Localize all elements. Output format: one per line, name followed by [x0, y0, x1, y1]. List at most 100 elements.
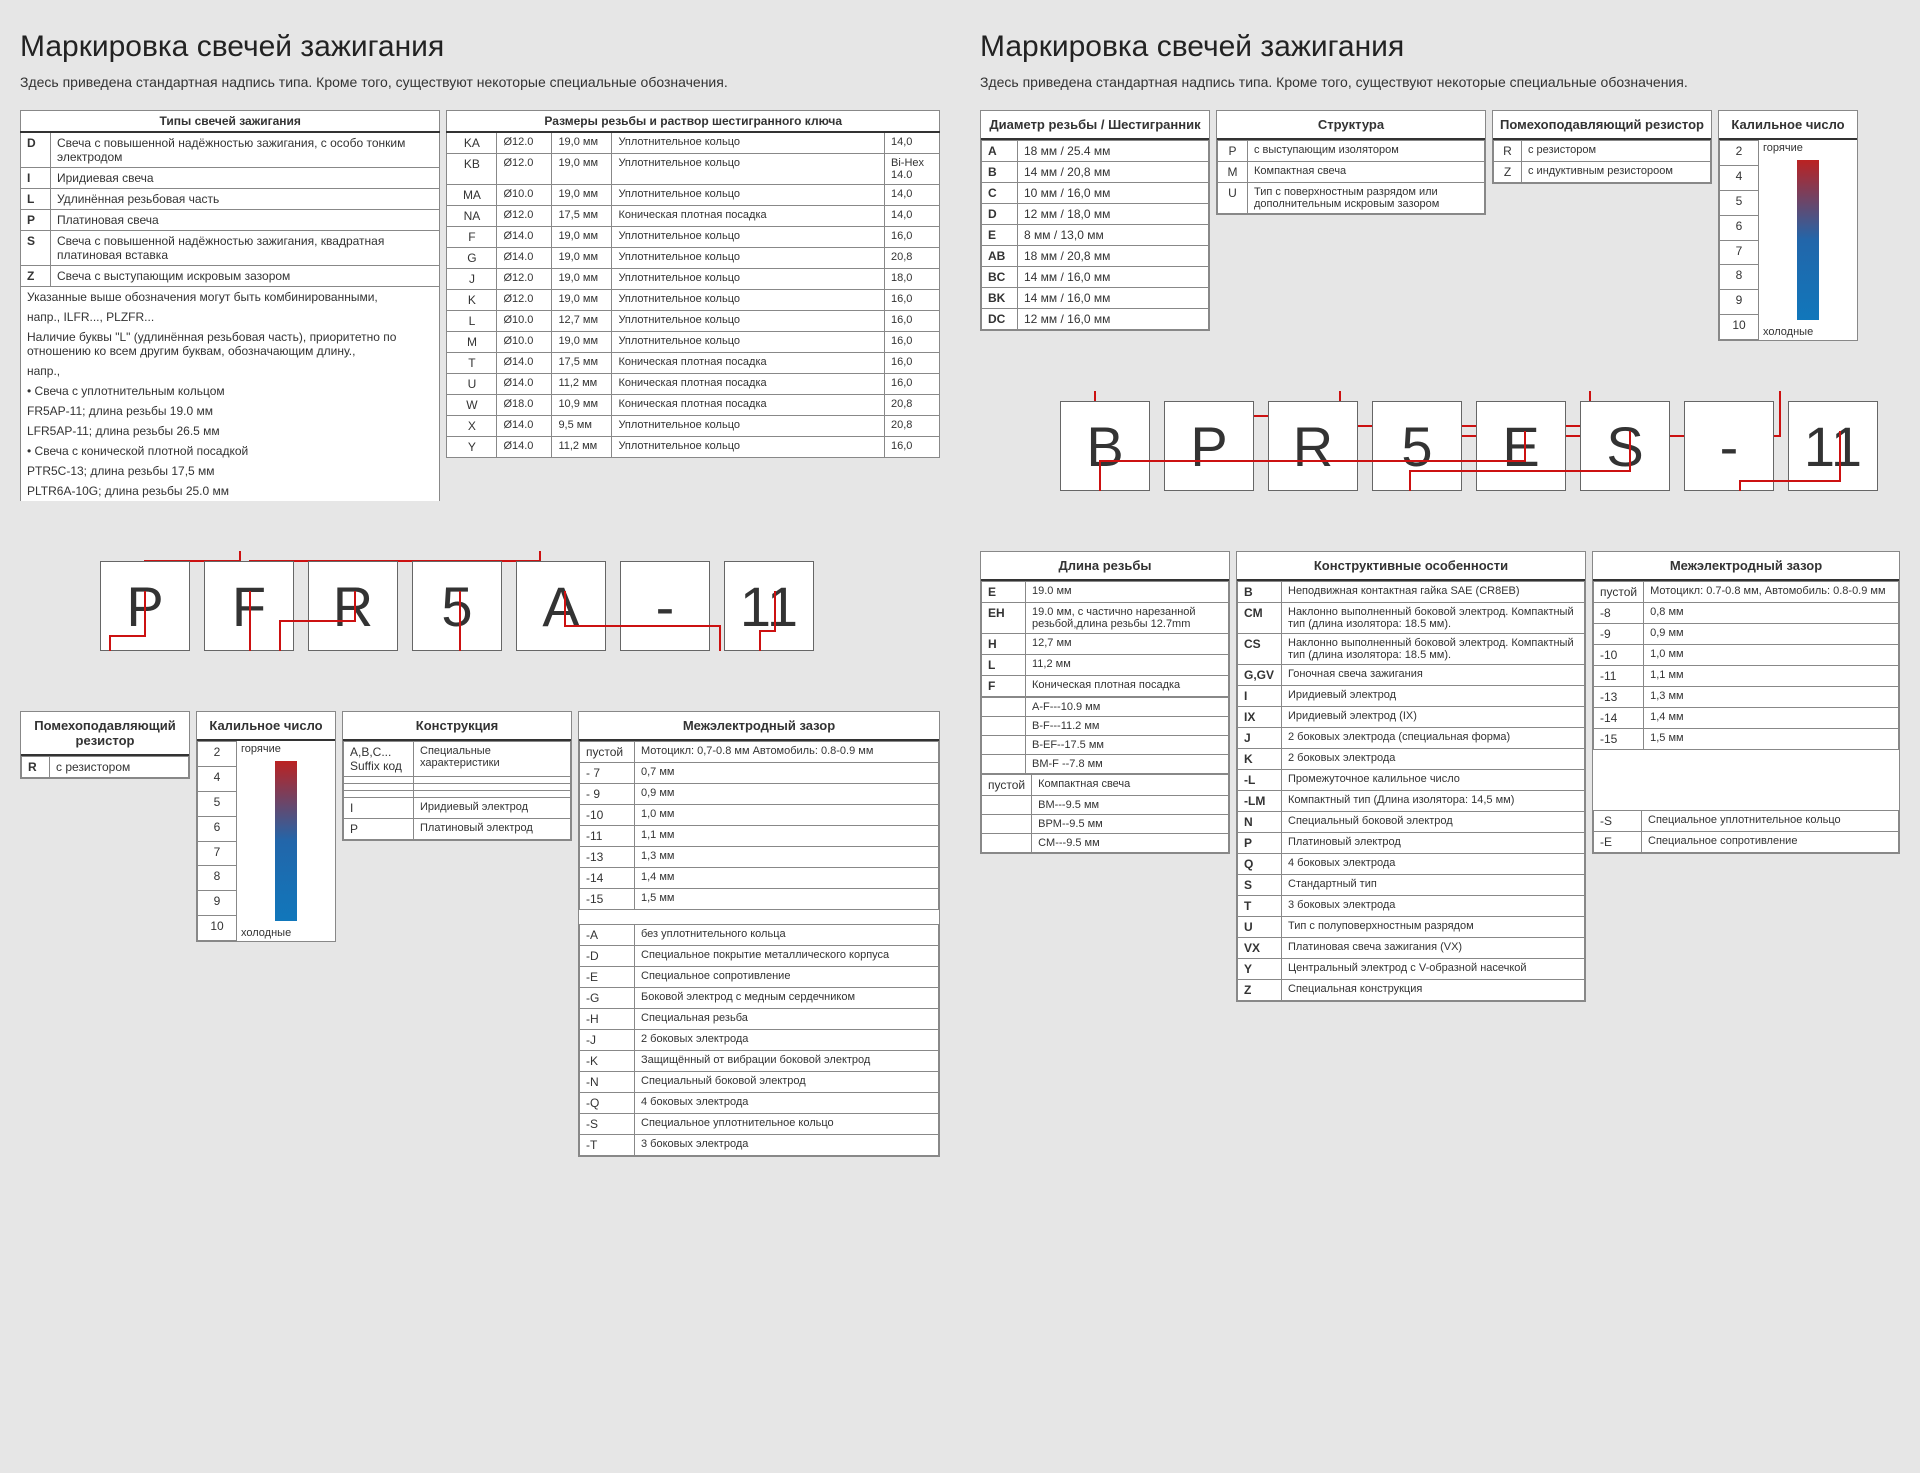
table-row: Rс резистором: [1494, 141, 1711, 162]
heat-number: 6: [1720, 215, 1759, 240]
table-row: -DСпециальное покрытие металлического ко…: [580, 946, 939, 967]
heat-number: 4: [198, 766, 237, 791]
table-row: JØ12.019,0 ммУплотнительное кольцо18,0: [447, 269, 940, 290]
table-row: A-F---10.9 мм: [982, 698, 1229, 717]
table-cell: Ø14.0: [497, 227, 552, 248]
table-cell: Свеча с выступающим искровым зазором: [51, 266, 440, 287]
table-cell: P: [1218, 141, 1248, 162]
table-note: напр., ILFR..., PLZFR...: [21, 307, 440, 327]
table-cell: 11,2 мм: [1026, 655, 1229, 676]
thread-length-header: Длина резьбы: [981, 552, 1229, 581]
table-cell: Уплотнительное кольцо: [612, 154, 885, 185]
table-cell: L: [447, 311, 497, 332]
table-row: SСвеча с повышенной надёжностью зажигани…: [21, 231, 440, 266]
table-row: -101,0 мм: [1594, 645, 1899, 666]
table-cell: T: [447, 353, 497, 374]
table-row: H12,7 мм: [982, 634, 1229, 655]
table-row: KAØ12.019,0 ммУплотнительное кольцо14,0: [447, 132, 940, 154]
table-cell: M: [447, 332, 497, 353]
table-cell: [982, 796, 1032, 815]
table-cell: P: [1238, 833, 1282, 854]
table-cell: F: [982, 676, 1026, 697]
table-cell: [982, 834, 1032, 853]
table-row: -EСпециальное сопротивление: [580, 967, 939, 988]
table-cell: Ø14.0: [497, 248, 552, 269]
table-cell: Компактная свеча: [1032, 775, 1229, 796]
table-row: [344, 777, 571, 784]
table-row: LУдлинённая резьбовая часть: [21, 189, 440, 210]
table-row: Zс индуктивным резистороом: [1494, 162, 1711, 183]
table-cell: Y: [1238, 959, 1282, 980]
table-cell: VX: [1238, 938, 1282, 959]
table-cell: 16,0: [885, 311, 940, 332]
table-cell: Уплотнительное кольцо: [612, 311, 885, 332]
table-cell: Специальные характеристики: [414, 742, 571, 777]
table-cell: B-EF--17.5 мм: [1026, 736, 1229, 755]
table-row: FКоническая плотная посадка: [982, 676, 1229, 697]
table-row: WØ18.010,9 ммКоническая плотная посадка2…: [447, 395, 940, 416]
table-cell: [414, 791, 571, 798]
table-cell: -S: [580, 1114, 635, 1135]
table-cell: I: [344, 798, 414, 819]
table-cell: Свеча с повышенной надёжностью зажигания…: [51, 231, 440, 266]
heat-gradient-icon: [1797, 160, 1819, 320]
table-row: -SСпециальное уплотнительное кольцо: [580, 1114, 939, 1135]
heat-gradient-icon: [275, 761, 297, 921]
table-row: BНеподвижная контактная гайка SAE (CR8EB…: [1238, 582, 1585, 603]
table-cell: AB: [982, 246, 1018, 267]
table-row: IИридиевый электрод: [1238, 686, 1585, 707]
table-cell: H: [982, 634, 1026, 655]
table-cell: 19.0 мм, с частично нарезанной резьбой,д…: [1026, 603, 1229, 634]
table-cell: G,GV: [1238, 665, 1282, 686]
table-cell: Платиновая свеча: [51, 210, 440, 231]
gap-block: Межэлектродный зазор пустойМотоцикл: 0,7…: [578, 711, 940, 1157]
table-cell: 1,5 мм: [635, 889, 939, 910]
table-row: -131,3 мм: [580, 847, 939, 868]
table-cell: без уплотнительного кольца: [635, 925, 939, 946]
table-cell: T: [1238, 896, 1282, 917]
table-note: PTR5C-13; длина резьбы 17,5 мм: [21, 461, 440, 481]
heat-number: 7: [1720, 240, 1759, 265]
code-letter-box: 11: [1788, 401, 1878, 491]
table-cell: [982, 736, 1026, 755]
table-cell: 18 мм / 20,8 мм: [1018, 246, 1209, 267]
thread-sizes-header: Размеры резьбы и раствор шестигранного к…: [447, 111, 940, 133]
table-cell: 19.0 мм: [1026, 582, 1229, 603]
gap-block: Межэлектродный зазор пустойМотоцикл: 0.7…: [1592, 551, 1900, 854]
table-cell: 1,4 мм: [1644, 708, 1899, 729]
heat-number: 8: [1720, 265, 1759, 290]
thread-sizes-table: Размеры резьбы и раствор шестигранного к…: [446, 110, 940, 458]
heat-header: Калильное число: [197, 712, 335, 741]
table-cell: -D: [580, 946, 635, 967]
table-cell: E: [982, 582, 1026, 603]
table-cell: -14: [580, 868, 635, 889]
table-cell: Ø10.0: [497, 332, 552, 353]
table-row: KØ12.019,0 ммУплотнительное кольцо16,0: [447, 290, 940, 311]
table-cell: Свеча с повышенной надёжностью зажигания…: [51, 132, 440, 168]
table-cell: Ø14.0: [497, 437, 552, 458]
table-cell: Уплотнительное кольцо: [612, 227, 885, 248]
table-cell: с индуктивным резистороом: [1522, 162, 1711, 183]
table-cell: Ø12.0: [497, 290, 552, 311]
heat-number: 2: [198, 742, 237, 767]
table-note: FR5AP-11; длина резьбы 19.0 мм: [21, 401, 440, 421]
table-cell: - 9: [580, 784, 635, 805]
table-cell: пустой: [580, 742, 635, 763]
table-cell: Уплотнительное кольцо: [612, 332, 885, 353]
heat-number: 6: [198, 816, 237, 841]
code-letter-box: P: [1164, 401, 1254, 491]
table-cell: Специальная резьба: [635, 1009, 939, 1030]
table-row: LØ10.012,7 ммУплотнительное кольцо16,0: [447, 311, 940, 332]
heat-number: 9: [198, 891, 237, 916]
table-cell: -A: [580, 925, 635, 946]
table-cell: Платиновый электрод: [414, 819, 571, 840]
table-cell: 19,0 мм: [552, 248, 612, 269]
table-cell: 1,4 мм: [635, 868, 939, 889]
table-row: A,B,C... Suffix кодСпециальные характери…: [344, 742, 571, 777]
table-cell: с выступающим изолятором: [1248, 141, 1485, 162]
table-cell: EH: [982, 603, 1026, 634]
table-row: BM---9.5 мм: [982, 796, 1229, 815]
heat-header: Калильное число: [1719, 111, 1857, 140]
table-cell: Bi-Hex 14.0: [885, 154, 940, 185]
code-letter-box: 11: [724, 561, 814, 651]
